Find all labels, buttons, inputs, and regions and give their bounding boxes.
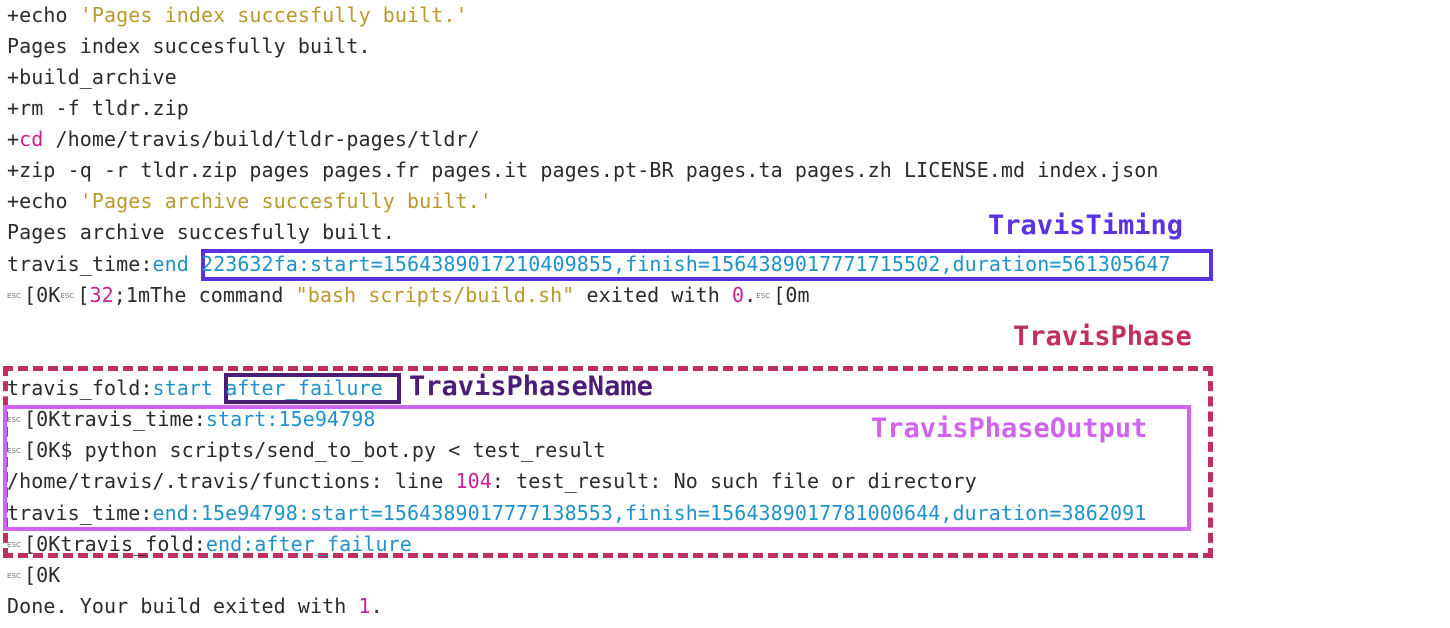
esc-icon: ESC — [7, 572, 21, 580]
esc-icon: ESC — [7, 292, 21, 300]
log-line: ESC [0Ktravis_time:start:15e94798 — [7, 407, 376, 431]
log-line: Pages index succesfully built. — [7, 34, 371, 58]
log-line: +cd /home/travis/build/tldr-pages/tldr/ — [7, 127, 480, 151]
log-line-fold-start: travis_fold:start after_failure — [7, 376, 383, 400]
log-line: +echo 'Pages archive succesfully built.' — [7, 189, 492, 213]
log-line: +build_archive — [7, 65, 177, 89]
log-line: +echo 'Pages index succesfully built.' — [7, 3, 468, 27]
travis-phase-label: TravisPhase — [1013, 321, 1192, 352]
travis-phase-name-label: TravisPhaseName — [409, 371, 653, 402]
esc-icon: ESC — [7, 416, 21, 424]
log-line: ESC [0K — [7, 563, 61, 587]
log-line: +zip -q -r tldr.zip pages pages.fr pages… — [7, 158, 1159, 182]
log-line-command-exit: ESC [0KESC [32;1mThe command "bash scripts… — [7, 283, 810, 307]
log-line: Done. Your build exited with 1. — [7, 594, 383, 618]
log-line: Pages archive succesfully built. — [7, 220, 395, 244]
log-line: travis_time:end:15e94798:start=156438901… — [7, 501, 1147, 525]
travis-timing-label: TravisTiming — [988, 210, 1184, 241]
log-line-travis-time-end: travis_time:end 223632fa:start=156438901… — [7, 252, 1171, 276]
log-line: ESC [0K$ python scripts/send_to_bot.py < … — [7, 438, 606, 462]
esc-icon: ESC — [7, 541, 21, 549]
esc-icon: ESC — [7, 447, 21, 455]
log-line: /home/travis/.travis/functions: line 104… — [7, 469, 977, 493]
esc-icon: ESC — [756, 292, 771, 300]
travis-phase-output-label: TravisPhaseOutput — [871, 413, 1148, 444]
esc-icon: ESC — [60, 292, 75, 300]
log-line-fold-end: ESC [0Ktravis_fold:end:after_failure — [7, 532, 412, 556]
log-line: +rm -f tldr.zip — [7, 96, 189, 120]
